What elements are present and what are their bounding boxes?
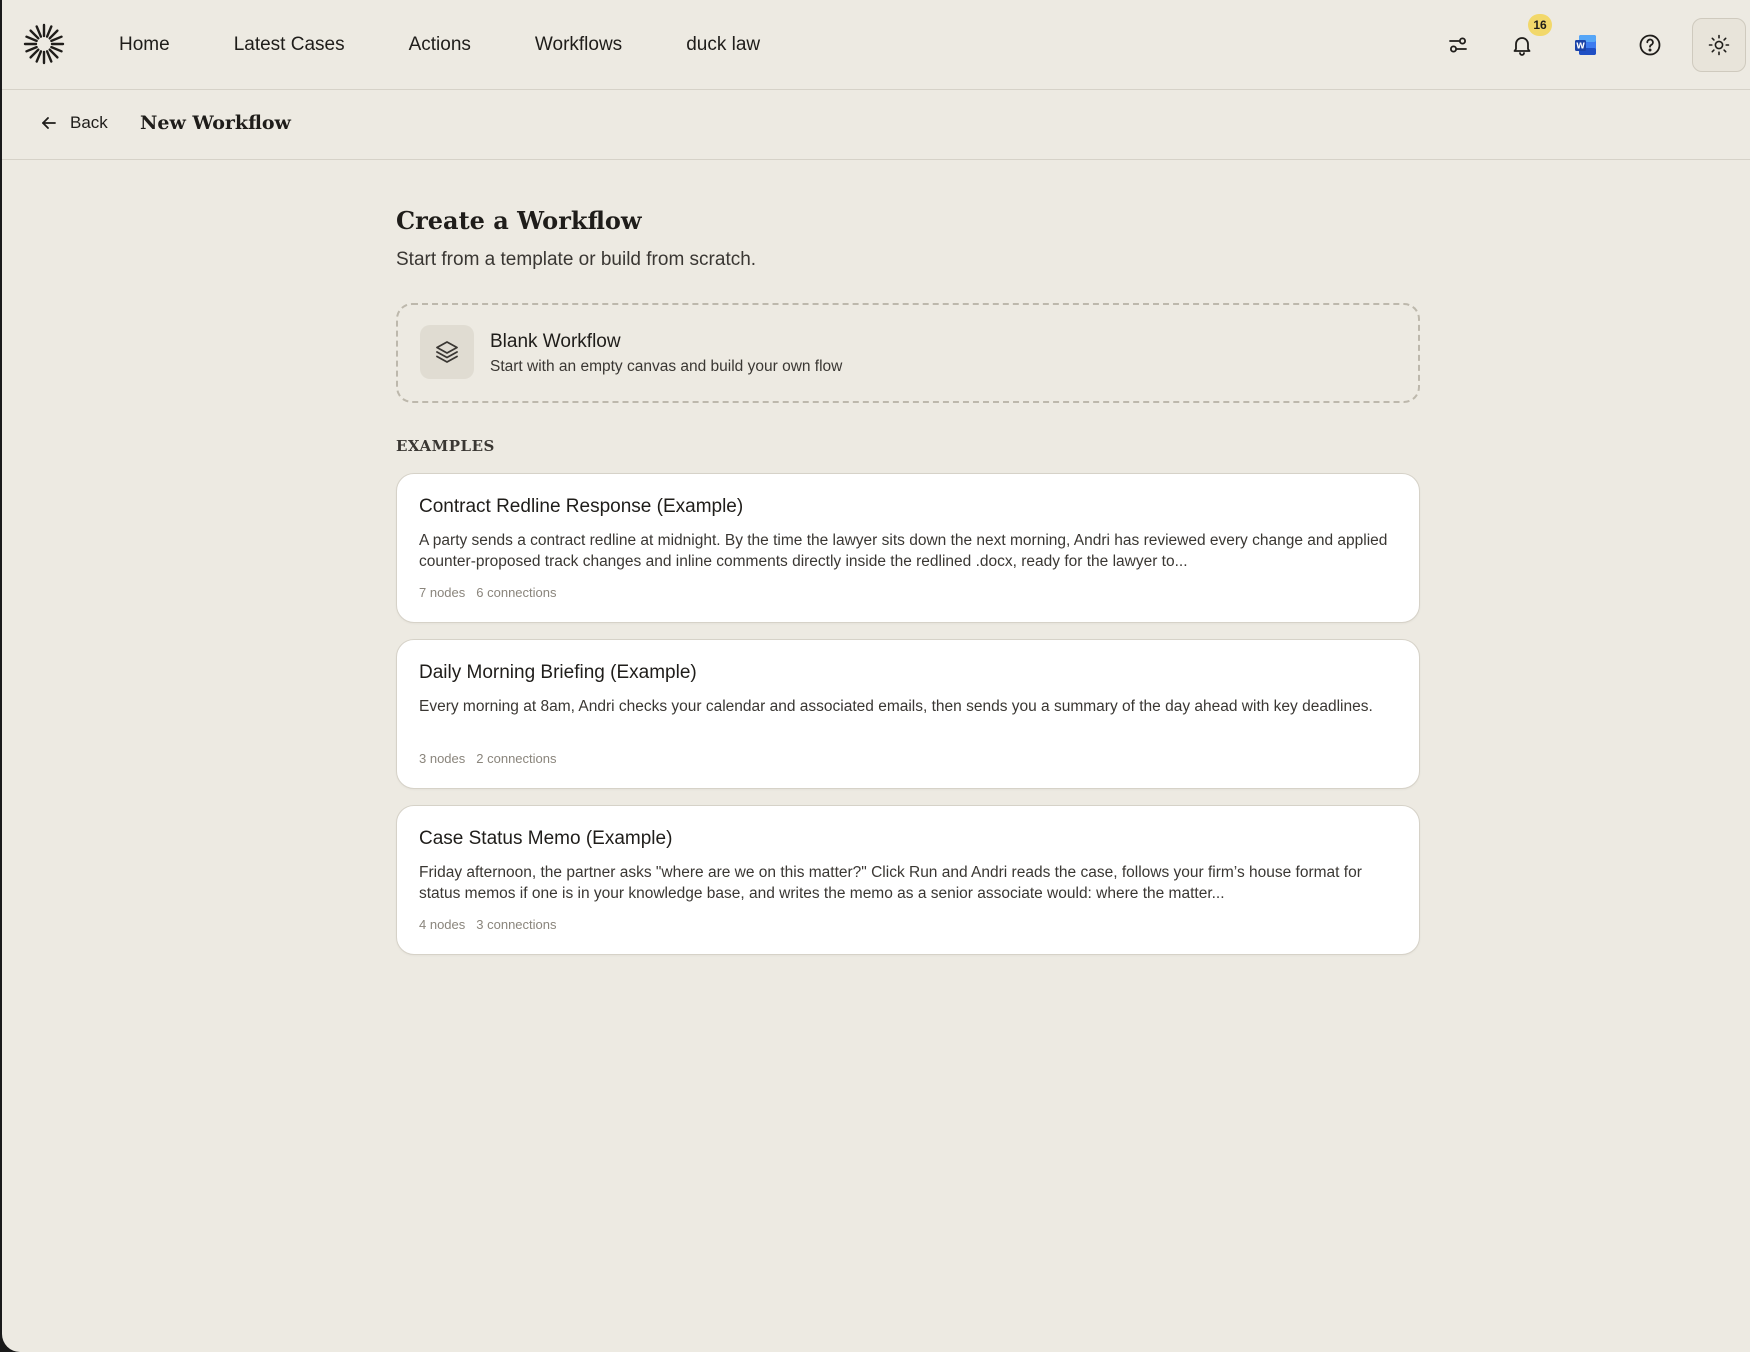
back-button[interactable]: Back: [40, 113, 108, 133]
sliders-icon[interactable]: [1440, 27, 1476, 63]
example-card-meta: 4 nodes 3 connections: [419, 917, 1397, 932]
example-card-meta: 7 nodes 6 connections: [419, 585, 1397, 600]
sunburst-logo-icon[interactable]: [22, 22, 66, 66]
section-title: Create a Workflow: [396, 206, 642, 235]
arrow-left-icon: [42, 117, 56, 129]
top-navigation-bar: Home Latest Cases Actions Workflows duck…: [2, 0, 1750, 90]
connection-count: 3 connections: [476, 917, 557, 932]
examples-heading: EXAMPLES: [396, 437, 495, 455]
svg-text:W: W: [1576, 42, 1585, 51]
nav-item-latest-cases[interactable]: Latest Cases: [234, 34, 345, 56]
example-card-title: Daily Morning Briefing (Example): [419, 662, 697, 683]
nav-item-actions[interactable]: Actions: [409, 34, 471, 56]
connection-count: 6 connections: [476, 585, 557, 600]
notification-count-badge: 16: [1528, 14, 1552, 36]
example-card-title: Contract Redline Response (Example): [419, 496, 744, 517]
page-header: Back New Workflow: [2, 90, 1750, 160]
theme-toggle-button[interactable]: [1692, 18, 1746, 72]
blank-workflow-description: Start with an empty canvas and build you…: [490, 358, 843, 375]
node-count: 4 nodes: [419, 917, 466, 932]
connection-count: 2 connections: [476, 751, 557, 766]
main-nav: Home Latest Cases Actions Workflows duck…: [119, 0, 824, 90]
node-count: 3 nodes: [419, 751, 466, 766]
node-count: 7 nodes: [419, 585, 466, 600]
app-window: Home Latest Cases Actions Workflows duck…: [2, 0, 1750, 1352]
blank-workflow-card[interactable]: Blank Workflow Start with an empty canva…: [396, 303, 1420, 403]
nav-item-home[interactable]: Home: [119, 34, 170, 56]
layers-icon: [420, 325, 474, 379]
blank-workflow-title: Blank Workflow: [490, 331, 621, 352]
example-card-daily-briefing[interactable]: Daily Morning Briefing (Example) Every m…: [396, 639, 1420, 789]
back-label: Back: [70, 113, 108, 132]
example-card-description: A party sends a contract redline at midn…: [419, 532, 1388, 570]
help-icon[interactable]: [1632, 27, 1668, 63]
page-title: New Workflow: [140, 112, 291, 134]
example-card-meta: 3 nodes 2 connections: [419, 751, 1397, 766]
section-subtitle: Start from a template or build from scra…: [396, 249, 757, 270]
example-card-description: Every morning at 8am, Andri checks your …: [419, 698, 1373, 715]
word-app-icon[interactable]: W: [1568, 27, 1604, 63]
example-card-description: Friday afternoon, the partner asks "wher…: [419, 864, 1362, 902]
main-content: Create a Workflow Start from a template …: [396, 206, 1420, 955]
example-card-case-status-memo[interactable]: Case Status Memo (Example) Friday aftern…: [396, 805, 1420, 955]
example-card-title: Case Status Memo (Example): [419, 828, 673, 849]
example-card-contract-redline[interactable]: Contract Redline Response (Example) A pa…: [396, 473, 1420, 623]
sun-icon: [1708, 34, 1730, 56]
nav-item-duck-law[interactable]: duck law: [686, 34, 760, 56]
nav-item-workflows[interactable]: Workflows: [535, 34, 622, 56]
